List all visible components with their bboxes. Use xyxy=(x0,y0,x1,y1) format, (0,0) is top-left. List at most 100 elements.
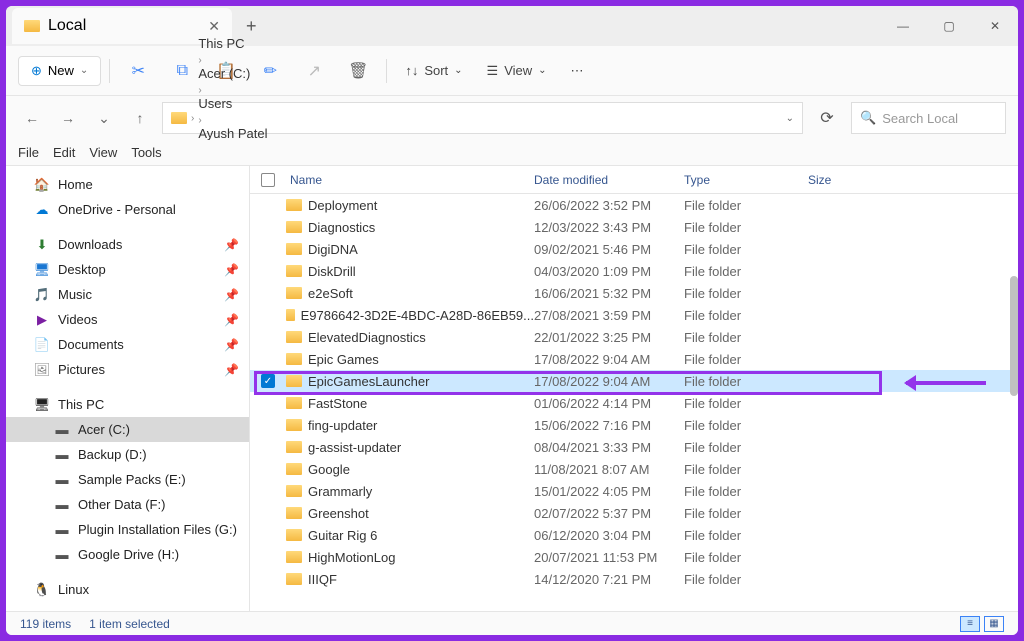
scrollbar[interactable] xyxy=(1010,276,1018,396)
sidebar-item[interactable]: 📄Documents📌 xyxy=(6,332,249,357)
file-type: File folder xyxy=(684,330,808,345)
file-row[interactable]: ElevatedDiagnostics 22/01/2022 3:25 PM F… xyxy=(250,326,1018,348)
file-row[interactable]: FastStone 01/06/2022 4:14 PM File folder xyxy=(250,392,1018,414)
more-button[interactable]: ⋯ xyxy=(561,57,594,85)
select-all-checkbox[interactable] xyxy=(261,173,275,187)
file-row[interactable]: IIIQF 14/12/2020 7:21 PM File folder xyxy=(250,568,1018,590)
pin-icon: 📌 xyxy=(224,313,239,327)
file-list[interactable]: Deployment 26/06/2022 3:52 PM File folde… xyxy=(250,194,1018,611)
file-name: Google xyxy=(308,462,350,477)
close-window-button[interactable]: ✕ xyxy=(972,6,1018,46)
sidebar-this-pc[interactable]: 🖥This PC xyxy=(6,392,249,417)
minimize-button[interactable]: — xyxy=(880,6,926,46)
toolbar: ⊕ New ⌄ ✂ ⧉ 📋 ✏ ↗ 🗑 ↑↓Sort⌄ ☰View⌄ ⋯ xyxy=(6,46,1018,96)
file-row[interactable]: g-assist-updater 08/04/2021 3:33 PM File… xyxy=(250,436,1018,458)
file-date: 27/08/2021 3:59 PM xyxy=(534,308,684,323)
menu-file[interactable]: File xyxy=(18,145,39,160)
folder-icon xyxy=(286,551,302,563)
sidebar-item[interactable]: ▶Videos📌 xyxy=(6,307,249,332)
search-placeholder: Search Local xyxy=(882,111,958,126)
explorer-window: Local ✕ + — ▢ ✕ ⊕ New ⌄ ✂ ⧉ 📋 ✏ ↗ 🗑 ↑↓So… xyxy=(6,6,1018,635)
file-row[interactable]: Epic Games 17/08/2022 9:04 AM File folde… xyxy=(250,348,1018,370)
sort-button[interactable]: ↑↓Sort⌄ xyxy=(395,57,472,84)
file-row[interactable]: HighMotionLog 20/07/2021 11:53 PM File f… xyxy=(250,546,1018,568)
file-date: 02/07/2022 5:37 PM xyxy=(534,506,684,521)
sidebar-drive[interactable]: ▬Acer (C:) xyxy=(6,417,249,442)
folder-icon xyxy=(286,485,302,497)
sidebar-drive[interactable]: ▬Backup (D:) xyxy=(6,442,249,467)
folder-icon xyxy=(286,419,302,431)
copy-icon[interactable]: ⧉ xyxy=(162,53,202,89)
close-tab-button[interactable]: ✕ xyxy=(208,18,220,35)
menu-edit[interactable]: Edit xyxy=(53,145,75,160)
sidebar-linux[interactable]: 🐧Linux xyxy=(6,577,249,602)
file-date: 14/12/2020 7:21 PM xyxy=(534,572,684,587)
folder-icon xyxy=(286,397,302,409)
sidebar-item[interactable]: ⬇Downloads📌 xyxy=(6,232,249,257)
file-date: 04/03/2020 1:09 PM xyxy=(534,264,684,279)
file-row[interactable]: Deployment 26/06/2022 3:52 PM File folde… xyxy=(250,194,1018,216)
column-date[interactable]: Date modified xyxy=(534,173,684,187)
recent-button[interactable]: ⌄ xyxy=(90,104,118,132)
icons-view-button[interactable]: ▦ xyxy=(984,616,1004,632)
crumb-users[interactable]: Users xyxy=(198,96,267,111)
sidebar-item[interactable]: 🖼Pictures📌 xyxy=(6,357,249,382)
sidebar-drive[interactable]: ▬Google Drive (H:) xyxy=(6,542,249,567)
column-name[interactable]: Name xyxy=(286,173,534,187)
annotation-arrow xyxy=(906,381,986,385)
crumb-acer--c--[interactable]: Acer (C:) xyxy=(198,66,267,81)
delete-icon[interactable]: 🗑 xyxy=(338,53,378,89)
share-icon[interactable]: ↗ xyxy=(294,53,334,89)
details-view-button[interactable]: ≡ xyxy=(960,616,980,632)
up-button[interactable]: ↑ xyxy=(126,104,154,132)
file-row[interactable]: e2eSoft 16/06/2021 5:32 PM File folder xyxy=(250,282,1018,304)
sidebar-item[interactable]: ☁OneDrive - Personal xyxy=(6,197,249,222)
file-row[interactable]: DiskDrill 04/03/2020 1:09 PM File folder xyxy=(250,260,1018,282)
back-button[interactable]: ← xyxy=(18,104,46,132)
maximize-button[interactable]: ▢ xyxy=(926,6,972,46)
new-tab-button[interactable]: + xyxy=(232,16,271,37)
body: 🏠Home☁OneDrive - Personal ⬇Downloads📌🖥Des… xyxy=(6,166,1018,611)
file-type: File folder xyxy=(684,198,808,213)
folder-icon xyxy=(286,573,302,585)
status-selected: 1 item selected xyxy=(89,617,170,631)
sidebar-drive[interactable]: ▬Other Data (F:) xyxy=(6,492,249,517)
menu-tools[interactable]: Tools xyxy=(131,145,161,160)
file-name: Epic Games xyxy=(308,352,379,367)
menu-view[interactable]: View xyxy=(89,145,117,160)
row-checkbox[interactable]: ✓ xyxy=(261,374,275,388)
menubar: File Edit View Tools xyxy=(6,140,1018,166)
file-row[interactable]: fing-updater 15/06/2022 7:16 PM File fol… xyxy=(250,414,1018,436)
file-row[interactable]: Diagnostics 12/03/2022 3:43 PM File fold… xyxy=(250,216,1018,238)
file-row[interactable]: E9786642-3D2E-4BDC-A28D-86EB59... 27/08/… xyxy=(250,304,1018,326)
file-row[interactable]: DigiDNA 09/02/2021 5:46 PM File folder xyxy=(250,238,1018,260)
file-row[interactable]: Guitar Rig 6 06/12/2020 3:04 PM File fol… xyxy=(250,524,1018,546)
sidebar-item[interactable]: 🏠Home xyxy=(6,172,249,197)
breadcrumb[interactable]: › This PC› Acer (C:)› Users› Ayush Patel… xyxy=(162,102,803,134)
status-bar: 119 items 1 item selected ≡ ▦ xyxy=(6,611,1018,635)
file-date: 26/06/2022 3:52 PM xyxy=(534,198,684,213)
crumb-this-pc[interactable]: This PC xyxy=(198,36,267,51)
file-row[interactable]: Google 11/08/2021 8:07 AM File folder xyxy=(250,458,1018,480)
file-name: IIIQF xyxy=(308,572,337,587)
forward-button[interactable]: → xyxy=(54,104,82,132)
file-type: File folder xyxy=(684,264,808,279)
sidebar-item[interactable]: 🎵Music📌 xyxy=(6,282,249,307)
file-row[interactable]: Grammarly 15/01/2022 4:05 PM File folder xyxy=(250,480,1018,502)
sidebar-drive[interactable]: ▬Sample Packs (E:) xyxy=(6,467,249,492)
file-date: 06/12/2020 3:04 PM xyxy=(534,528,684,543)
file-date: 22/01/2022 3:25 PM xyxy=(534,330,684,345)
sidebar-drive[interactable]: ▬Plugin Installation Files (G:) xyxy=(6,517,249,542)
refresh-button[interactable]: ⟳ xyxy=(811,108,843,128)
column-type[interactable]: Type xyxy=(684,173,808,187)
view-button[interactable]: ☰View⌄ xyxy=(477,57,557,85)
file-row[interactable]: Greenshot 02/07/2022 5:37 PM File folder xyxy=(250,502,1018,524)
search-input[interactable]: 🔍 Search Local xyxy=(851,102,1006,134)
new-button[interactable]: ⊕ New ⌄ xyxy=(18,56,101,86)
cut-icon[interactable]: ✂ xyxy=(118,53,158,89)
file-type: File folder xyxy=(684,242,808,257)
crumb-ayush-patel[interactable]: Ayush Patel xyxy=(198,126,267,141)
pin-icon: 📌 xyxy=(224,338,239,352)
column-size[interactable]: Size xyxy=(808,173,1018,187)
sidebar-item[interactable]: 🖥Desktop📌 xyxy=(6,257,249,282)
